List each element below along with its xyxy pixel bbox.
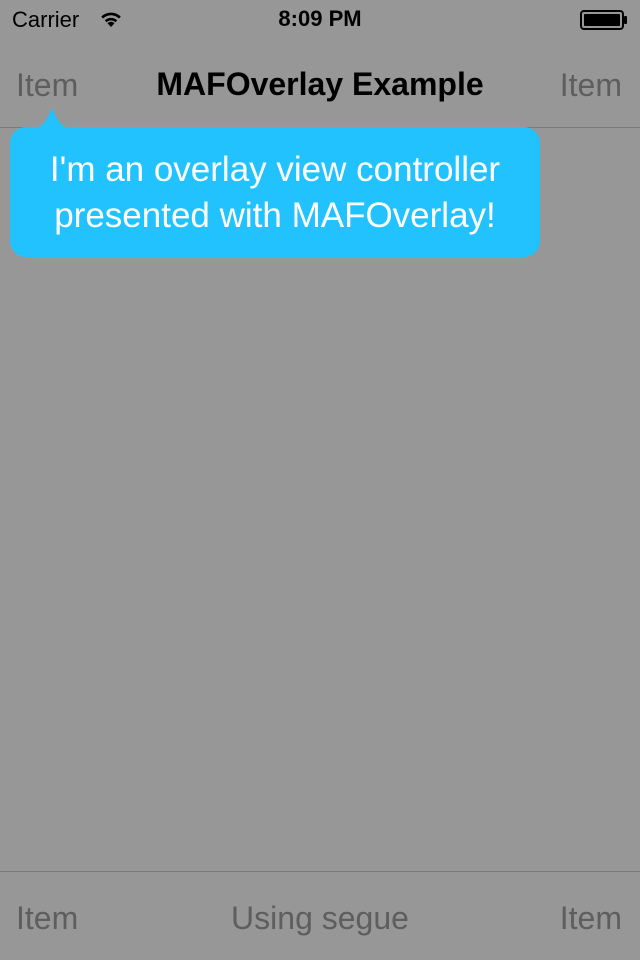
status-bar: Carrier 8:09 PM: [0, 0, 640, 40]
overlay-bubble[interactable]: I'm an overlay view controller presented…: [10, 127, 540, 257]
status-time: 8:09 PM: [278, 6, 362, 31]
toolbar-right-item-button[interactable]: Item: [560, 900, 622, 937]
bubble-pointer: [32, 108, 72, 128]
toolbar-center: Using segue: [0, 900, 640, 937]
page-title: MAFOverlay Example: [156, 66, 484, 102]
screen: Carrier 8:09 PM Item MAFOverlay Example …: [0, 0, 640, 960]
using-segue-button[interactable]: Using segue: [231, 900, 409, 936]
navigation-bar: Item MAFOverlay Example Item: [0, 40, 640, 128]
bottom-toolbar: Item Using segue Item: [0, 871, 640, 960]
battery-icon: [580, 10, 627, 30]
overlay-message: I'm an overlay view controller presented…: [49, 150, 501, 235]
nav-right-item-button[interactable]: Item: [560, 67, 622, 104]
